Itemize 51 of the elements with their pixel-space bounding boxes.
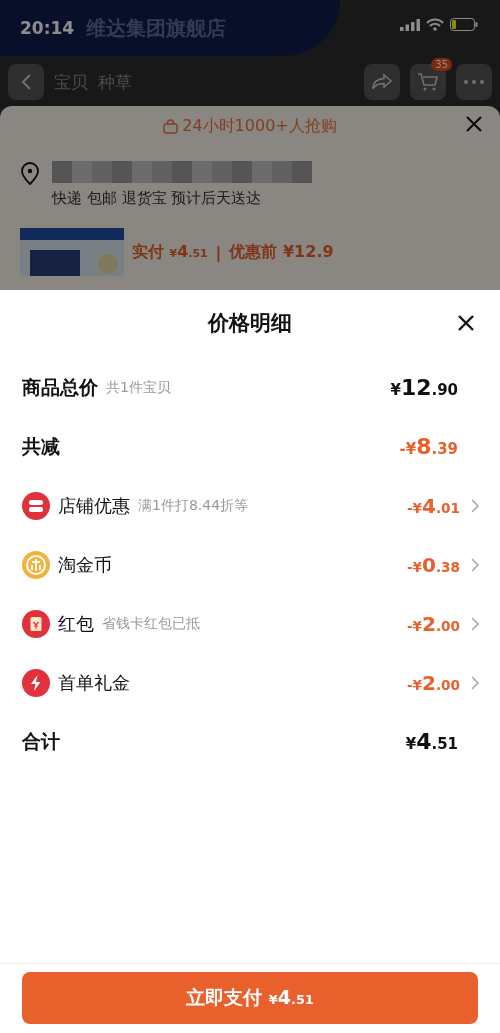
status-time: 20:14 [20,18,75,38]
chevron-icon [470,497,480,514]
discount-label: 淘金币 [58,552,112,577]
discount-note: 省钱卡红包已抵 [102,614,200,633]
total-amount: ¥4.51 [405,729,458,754]
chevron-icon [470,556,480,573]
discount-row[interactable]: 淘金币 -¥0.38 [0,535,500,594]
share-icon [371,73,393,91]
signal-icon [400,18,420,31]
paid-price: 实付 ¥4.51 [132,241,208,263]
discount-label: 店铺优惠 [58,493,130,518]
bag-icon [163,119,179,134]
battery-icon [450,18,478,31]
close-icon[interactable] [466,116,482,132]
discount-row[interactable]: 首单礼金 -¥2.00 [0,653,500,712]
discount-amount: -¥2.00 [406,670,460,695]
reduction-amount: -¥8.39 [399,434,458,459]
discount-label: 首单礼金 [58,670,130,695]
chevron-icon [470,674,480,691]
close-button[interactable] [456,313,476,333]
location-icon [20,161,40,185]
discount-amount: -¥4.01 [406,493,460,518]
original-price: 优惠前 ¥12.9 [229,241,334,263]
chevron-icon [470,615,480,632]
cart-badge: 35 [431,58,452,71]
row-label: 合计 [22,728,60,754]
subtotal-amount: ¥12.90 [390,375,458,400]
discount-row[interactable]: 红包 省钱卡红包已抵 -¥2.00 [0,594,500,653]
coin-icon [22,550,50,579]
discount-amount: -¥0.38 [406,552,460,577]
sheet-title: 价格明细 [208,310,292,337]
price-separator: | [215,242,222,262]
lightning-icon [22,668,50,697]
envelope-icon [22,609,50,638]
discount-note: 满1件打8.44折等 [138,496,249,515]
row-label: 共减 [22,433,60,459]
store-icon [22,491,50,520]
back-icon [20,73,32,91]
more-button[interactable] [456,64,492,100]
share-button[interactable] [364,64,400,100]
cart-icon [417,72,439,92]
more-icon [464,80,484,84]
delivery-info: 快递 包邮 退货宝 预计后天送达 [52,189,263,208]
back-button[interactable] [8,64,44,100]
discount-label: 红包 [58,611,94,636]
row-note: 共1件宝贝 [106,378,171,397]
discount-amount: -¥2.00 [406,611,460,636]
sales-banner-text: 24小时1000+人抢购 [182,116,337,137]
row-label: 商品总价 [22,374,98,400]
discount-row[interactable]: 店铺优惠 满1件打8.44折等 -¥4.01 [0,476,500,535]
wifi-icon [426,18,444,31]
